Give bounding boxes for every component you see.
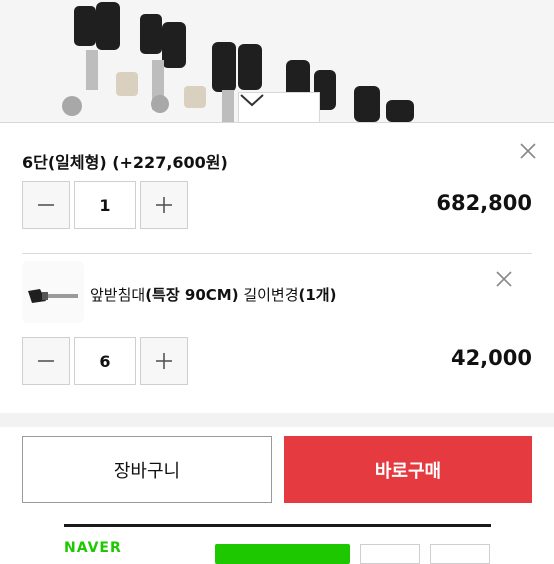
option-title-count: (1개) — [298, 286, 337, 304]
option-title: 6단(일체형) (+227,600원) — [22, 153, 228, 172]
quantity-value[interactable]: 6 — [74, 337, 136, 385]
option-title-change: 길이변경 — [238, 286, 299, 304]
product-image — [0, 0, 554, 122]
remove-option-button[interactable] — [518, 141, 538, 161]
add-to-cart-button[interactable]: 장바구니 — [22, 436, 272, 503]
product-thumbnail-image — [28, 289, 78, 303]
naver-pay-button[interactable] — [215, 544, 350, 564]
decrease-quantity-button[interactable] — [22, 181, 70, 229]
option-title: 앞받침대(특장 90CM) 길이변경(1개) — [90, 284, 336, 305]
option-title-name: 앞받침대 — [90, 286, 146, 304]
option-price: 42,000 — [450, 346, 532, 370]
footer-divider — [64, 524, 491, 527]
decrease-quantity-button[interactable] — [22, 337, 70, 385]
close-icon — [496, 271, 512, 287]
plus-icon — [156, 197, 172, 213]
section-separator — [0, 413, 554, 427]
minus-icon — [38, 360, 54, 362]
collapse-options-button[interactable] — [238, 92, 320, 122]
option-thumbnail — [22, 261, 84, 323]
chevron-down-icon — [240, 94, 264, 107]
plus-icon — [156, 353, 172, 369]
option-price: 682,800 — [436, 191, 532, 215]
remove-option-button[interactable] — [494, 269, 514, 289]
naver-talk-button[interactable] — [430, 544, 490, 564]
increase-quantity-button[interactable] — [140, 337, 188, 385]
quantity-value[interactable]: 1 — [74, 181, 136, 229]
option-title-spec: (특장 90CM) — [145, 286, 239, 304]
quantity-stepper: 6 — [22, 337, 188, 385]
selected-option-2: 앞받침대(특장 90CM) 길이변경(1개) 6 42,000 — [0, 255, 554, 413]
quantity-stepper: 1 — [22, 181, 188, 229]
minus-icon — [38, 204, 54, 206]
naver-wishlist-button[interactable] — [360, 544, 420, 564]
buy-now-button[interactable]: 바로구매 — [284, 436, 532, 503]
divider — [22, 253, 532, 254]
close-icon — [520, 143, 536, 159]
increase-quantity-button[interactable] — [140, 181, 188, 229]
selected-option-1: 6단(일체형) (+227,600원) 1 682,800 — [0, 123, 554, 254]
